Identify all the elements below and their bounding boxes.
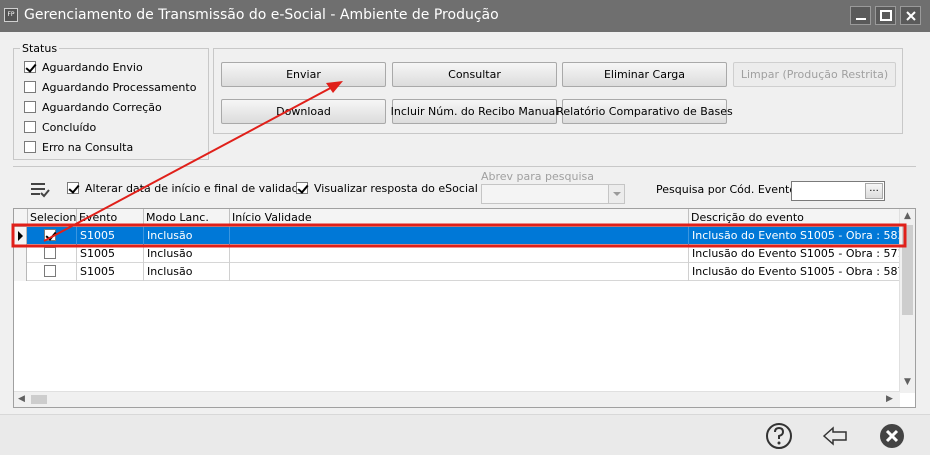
- selected-row-highlight: [11, 223, 907, 248]
- back-button[interactable]: [820, 421, 850, 451]
- back-arrow-icon: [822, 426, 847, 446]
- help-button[interactable]: [764, 421, 794, 451]
- annotation-arrowhead: [326, 81, 343, 93]
- annotation-arrow: [43, 83, 339, 242]
- annotation-layer: [11, 81, 907, 248]
- exit-button[interactable]: [877, 421, 907, 451]
- help-icon: [766, 423, 792, 449]
- close-circle-icon: [880, 424, 904, 448]
